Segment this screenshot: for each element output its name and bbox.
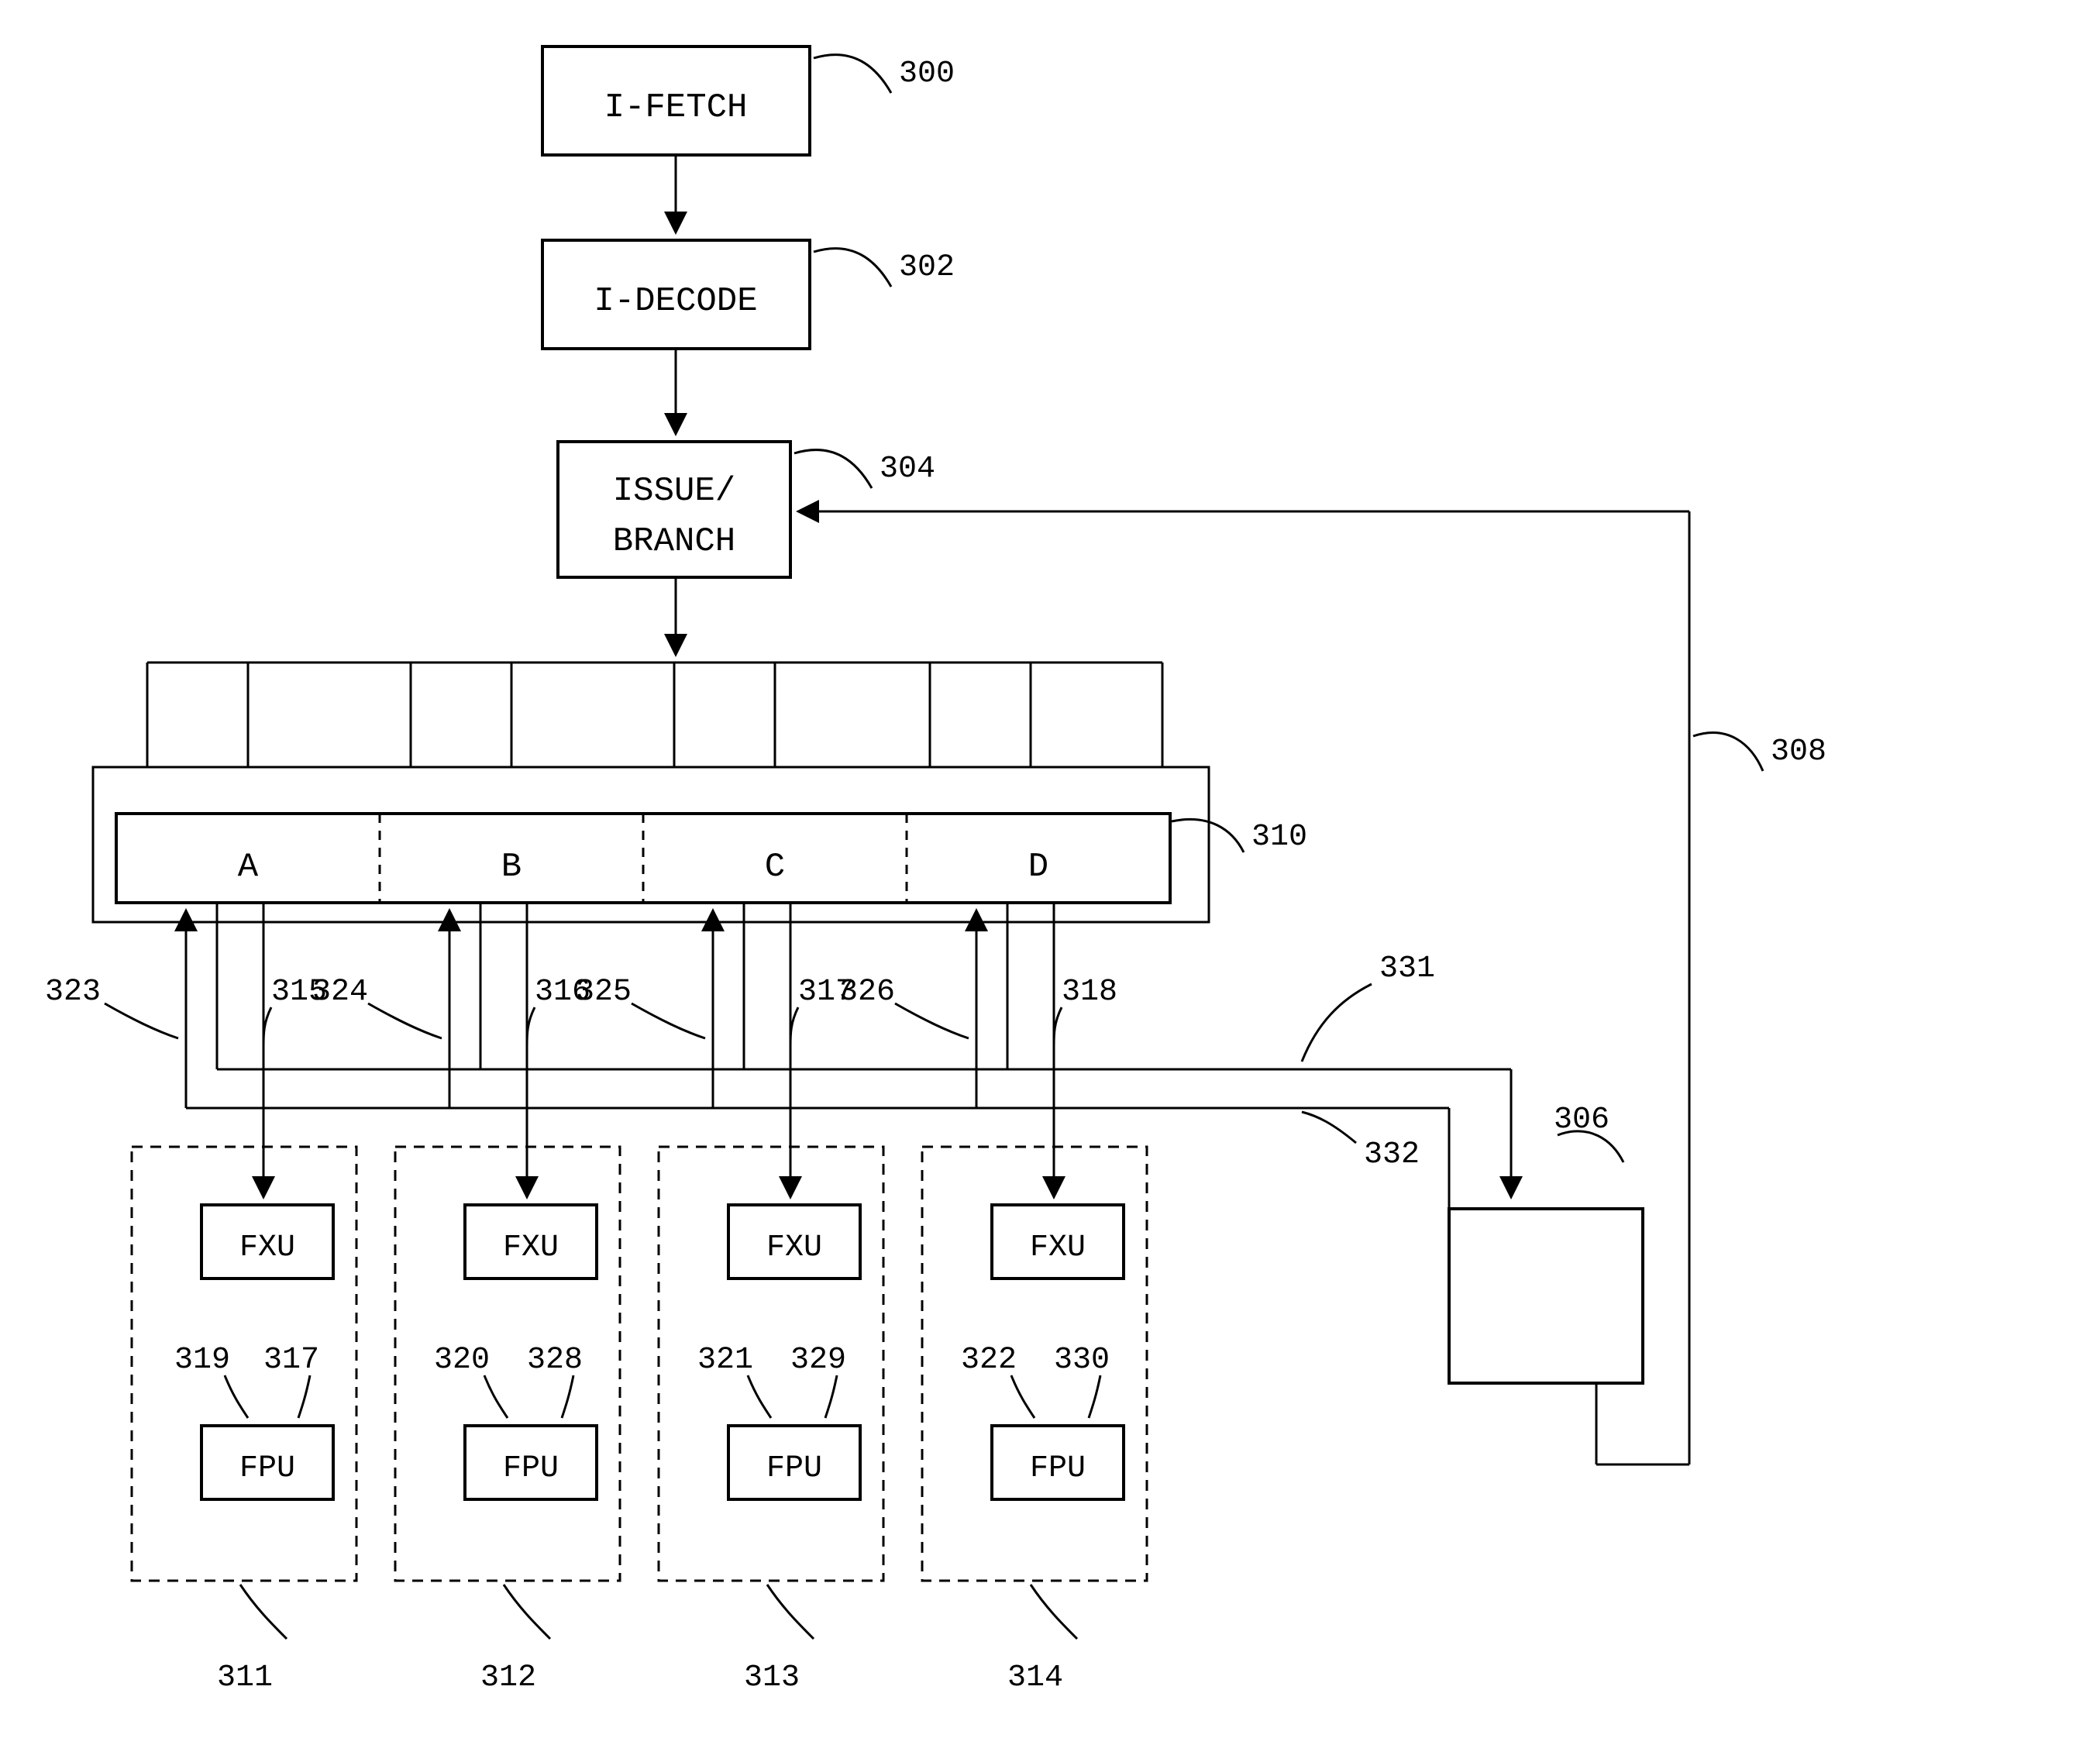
diagram-canvas: I-FETCH 300 I-DECODE 302 ISSUE/ BRANCH 3… xyxy=(0,0,2100,1738)
lane1-up-ref: 323 xyxy=(45,975,101,1010)
lane3-fxu-ref: 321 xyxy=(697,1343,753,1378)
issue-line1: ISSUE/ xyxy=(613,472,735,511)
lane3-up-ref: 325 xyxy=(576,975,632,1010)
lane2-up-ref: 324 xyxy=(312,975,368,1010)
slot-d: D xyxy=(1028,848,1048,886)
lane1-fpu-ref: 317 xyxy=(263,1343,319,1378)
register-file: A B C D 310 xyxy=(116,814,1307,903)
lane4-group-ref: 314 xyxy=(1007,1661,1063,1695)
bus-331-ref: 331 xyxy=(1379,952,1435,986)
lane-3: 325 317 FXU 321 329 FPU 313 xyxy=(576,903,883,1695)
lane-2: 324 316 FXU 320 328 FPU 312 xyxy=(312,903,620,1695)
lane4-down-ref: 318 xyxy=(1062,975,1117,1010)
lane4-fpu: FPU xyxy=(1030,1451,1086,1486)
issue-branch-block: ISSUE/ BRANCH 304 xyxy=(558,442,935,577)
lane1-fxu: FXU xyxy=(239,1230,295,1265)
idecode-label: I-DECODE xyxy=(594,282,757,321)
lane1-fpu: FPU xyxy=(239,1451,295,1486)
lane-4: 326 318 FXU 322 330 FPU 314 xyxy=(839,903,1147,1695)
lane3-fpu: FPU xyxy=(766,1451,822,1486)
regfile-ref: 310 xyxy=(1251,820,1307,855)
lane4-fpu-ref: 330 xyxy=(1054,1343,1110,1378)
issue-ref: 304 xyxy=(880,452,935,487)
bus-332-ref: 332 xyxy=(1364,1137,1420,1172)
lane4-fxu: FXU xyxy=(1030,1230,1086,1265)
lane2-fpu: FPU xyxy=(503,1451,559,1486)
slot-b: B xyxy=(501,848,522,886)
lane2-group-ref: 312 xyxy=(480,1661,536,1695)
ifetch-block: I-FETCH 300 xyxy=(542,46,955,155)
lane-1: 323 315 FXU 319 317 FPU 311 xyxy=(45,903,356,1695)
lane2-fpu-ref: 328 xyxy=(527,1343,583,1378)
issue-line2: BRANCH xyxy=(613,522,735,561)
slot-a: A xyxy=(238,848,259,886)
idecode-block: I-DECODE 302 xyxy=(542,240,955,349)
lane3-fpu-ref: 329 xyxy=(790,1343,846,1378)
lane4-fxu-ref: 322 xyxy=(961,1343,1017,1378)
loadstore-ref: 306 xyxy=(1554,1103,1609,1137)
lane3-fxu: FXU xyxy=(766,1230,822,1265)
ifetch-label: I-FETCH xyxy=(604,88,748,127)
lane1-group-ref: 311 xyxy=(217,1661,273,1695)
feedback-ref: 308 xyxy=(1771,735,1826,769)
lane3-group-ref: 313 xyxy=(744,1661,800,1695)
lane2-fxu-ref: 320 xyxy=(434,1343,490,1378)
lane1-fxu-ref: 319 xyxy=(174,1343,230,1378)
lane2-fxu: FXU xyxy=(503,1230,559,1265)
idecode-ref: 302 xyxy=(899,250,955,285)
slot-c: C xyxy=(765,848,785,886)
ifetch-ref: 300 xyxy=(899,57,955,91)
loadstore-block: 306 xyxy=(1449,1103,1643,1383)
lane4-up-ref: 326 xyxy=(839,975,895,1010)
